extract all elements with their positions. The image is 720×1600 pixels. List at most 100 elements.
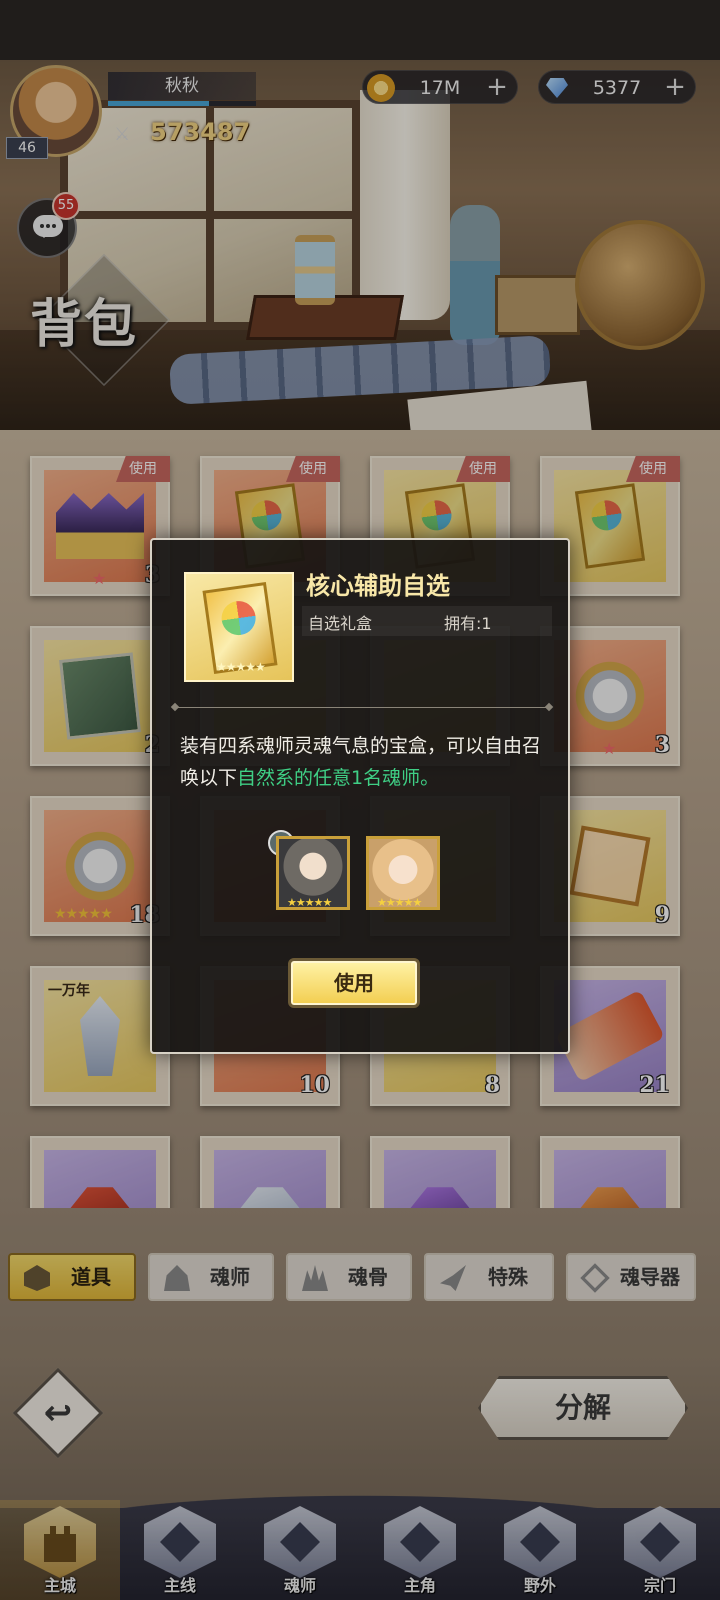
inventory-slot[interactable]: 一万年 <box>30 966 170 1106</box>
diamond-value: 5377 <box>592 77 642 99</box>
item-frame <box>554 640 666 752</box>
ticket-item-icon <box>554 989 666 1083</box>
item-count: 10 <box>299 1072 330 1098</box>
star-book-icon <box>59 652 141 740</box>
item-description: 装有四系魂师灵魂气息的宝盒，可以自由召唤以下自然系的任意1名魂师。 <box>180 730 550 794</box>
nav-main-city[interactable]: 主城 <box>0 1500 120 1600</box>
scene-chest <box>495 275 580 335</box>
hero-stars: ★★★★★ <box>377 896 422 909</box>
item-frame <box>554 810 666 922</box>
nav-label: 魂师 <box>283 1576 316 1595</box>
sect-emblem-icon <box>624 1506 696 1578</box>
gold-coin-icon <box>367 74 395 102</box>
player-name: 秋秋 <box>108 72 256 100</box>
item-stars: ★★★★★ <box>216 660 266 674</box>
ten-thousand-year-tag: 一万年 <box>48 983 90 999</box>
tab-soul-device[interactable]: 魂导器 <box>566 1253 696 1301</box>
inventory-slot[interactable]: 使用 ★ 3 <box>30 456 170 596</box>
scene-bottle <box>450 205 500 345</box>
inventory-slot[interactable] <box>200 1136 340 1208</box>
chat-unread-badge: 55 <box>52 192 80 220</box>
item-count: 9 <box>654 902 670 928</box>
tab-label: 魂骨 <box>348 1265 388 1289</box>
gold-resource: 17M + <box>362 70 518 104</box>
item-icon-frame: ★★★★★ <box>184 572 294 682</box>
soul-ring-icon <box>570 656 650 736</box>
gold-value: 17M <box>419 77 461 99</box>
inventory-slot[interactable] <box>30 1136 170 1208</box>
soul-card-icon <box>574 483 646 569</box>
scene-globe <box>575 220 705 350</box>
silver-gem-icon <box>238 1187 302 1208</box>
nav-label: 主城 <box>43 1576 76 1595</box>
nav-sect[interactable]: 宗门 <box>600 1500 720 1600</box>
tab-special[interactable]: 特殊 <box>424 1253 554 1301</box>
hero-stars: ★★★★★ <box>287 896 332 909</box>
nav-soulmaster[interactable]: 魂师 <box>240 1500 360 1600</box>
orange-gem-icon <box>578 1187 642 1208</box>
inventory-slot[interactable] <box>540 1136 680 1208</box>
player-exp-bar <box>108 101 256 106</box>
diamond-add-button[interactable]: + <box>661 73 689 101</box>
hooded-figure-icon <box>164 1265 190 1291</box>
description-highlight: 自然系的任意1名魂师。 <box>237 767 440 789</box>
item-count: 21 <box>639 1072 670 1098</box>
treasure-box-icon <box>569 825 651 907</box>
inventory-slot[interactable]: ★★★★★ 18 <box>30 796 170 936</box>
player-power: 573487 <box>150 118 251 146</box>
star-mark-icon: ★ <box>602 739 617 758</box>
quest-emblem-icon <box>144 1506 216 1578</box>
star-mark-icon: ★ <box>92 569 107 588</box>
nav-main-line[interactable]: 主线 <box>120 1500 240 1600</box>
diamond-icon <box>543 74 571 102</box>
hero-portrait[interactable]: ★★★★★ <box>276 836 350 910</box>
tab-items[interactable]: 道具 <box>8 1253 136 1301</box>
item-stars: ★★★★★ <box>54 906 113 922</box>
nav-wild[interactable]: 野外 <box>480 1500 600 1600</box>
tab-soulmaster[interactable]: 魂师 <box>148 1253 274 1301</box>
use-tag: 使用 <box>456 456 510 482</box>
item-type: 自选礼盒 <box>308 614 373 633</box>
castle-icon <box>24 1506 96 1578</box>
feather-icon <box>440 1265 466 1291</box>
use-button[interactable]: 使用 <box>288 958 420 1008</box>
item-count: 8 <box>484 1072 500 1098</box>
tab-label: 特殊 <box>488 1265 528 1289</box>
item-frame <box>44 470 156 582</box>
item-title: 核心辅助自选 <box>306 572 450 600</box>
item-owned-count: 拥有:1 <box>444 614 492 633</box>
item-frame <box>44 1150 156 1208</box>
item-frame <box>554 1150 666 1208</box>
sword-emblem-icon <box>504 1506 576 1578</box>
nav-label: 野外 <box>523 1576 556 1595</box>
book-emblem-icon <box>264 1506 336 1578</box>
item-frame <box>554 470 666 582</box>
back-arrow-icon[interactable]: ↩ <box>31 1387 85 1439</box>
item-frame <box>384 1150 496 1208</box>
use-tag: 使用 <box>286 456 340 482</box>
page-title: 背包 <box>30 294 139 355</box>
tab-label: 道具 <box>71 1265 111 1289</box>
hooded-emblem-icon <box>384 1506 456 1578</box>
nav-label: 主角 <box>403 1576 436 1595</box>
nav-protagonist[interactable]: 主角 <box>360 1500 480 1600</box>
nav-label: 宗门 <box>643 1576 676 1595</box>
hero-portrait[interactable]: ★★★★★ <box>366 836 440 910</box>
tab-label: 魂导器 <box>620 1265 680 1289</box>
item-box-icon <box>24 1265 50 1291</box>
purple-gem-icon <box>408 1187 472 1208</box>
scene-curtain <box>360 90 450 320</box>
modal-divider <box>172 707 552 708</box>
tab-soulbone[interactable]: 魂骨 <box>286 1253 412 1301</box>
crystal-item-icon <box>80 996 120 1076</box>
item-detail-modal: ★★★★★ 核心辅助自选 自选礼盒 拥有:1 装有四系魂师灵魂气息的宝盒，可以自… <box>150 538 570 1054</box>
decompose-button[interactable]: 分解 <box>478 1376 688 1440</box>
use-tag: 使用 <box>626 456 680 482</box>
inventory-slot[interactable] <box>370 1136 510 1208</box>
item-frame <box>44 640 156 752</box>
player-exp-fill <box>108 101 209 106</box>
gold-add-button[interactable]: + <box>483 73 511 101</box>
item-frame <box>214 1150 326 1208</box>
crossed-swords-icon: ⚔ <box>114 124 131 145</box>
inventory-slot[interactable]: 2 <box>30 626 170 766</box>
